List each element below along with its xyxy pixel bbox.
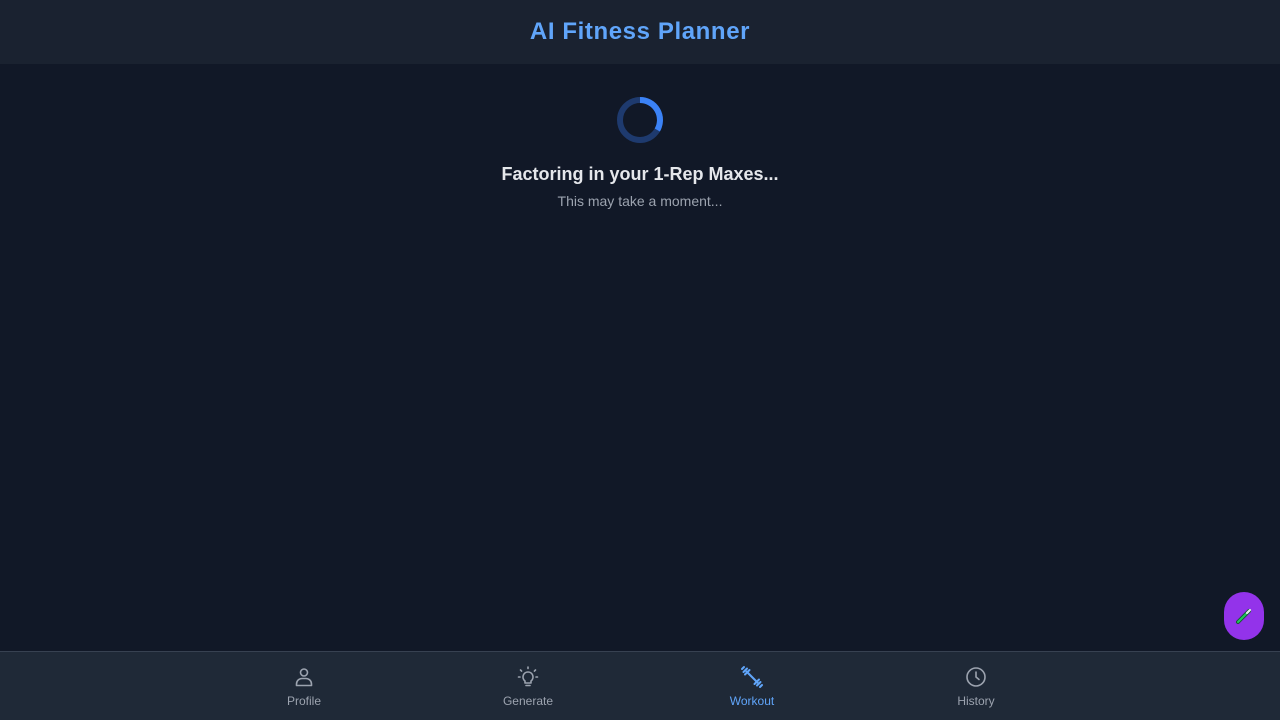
nav-item-generate[interactable]: Generate xyxy=(468,652,588,720)
nav-label-workout: Workout xyxy=(729,694,775,708)
dumbbell-icon xyxy=(741,666,763,688)
edit-fab-button[interactable] xyxy=(1224,592,1264,640)
user-icon xyxy=(295,668,313,687)
nav-item-profile[interactable]: Profile xyxy=(244,652,364,720)
loading-state: Factoring in your 1-Rep Maxes... This ma… xyxy=(0,95,1280,209)
nav-label-history: History xyxy=(957,694,995,708)
loading-title: Factoring in your 1-Rep Maxes... xyxy=(501,164,779,184)
nav-label-profile: Profile xyxy=(286,694,321,708)
bottom-nav: Profile Generate Workout History xyxy=(0,651,1280,720)
app-root: AI Fitness Planner Factoring in your 1-R… xyxy=(0,0,1280,720)
loading-spinner-icon xyxy=(617,97,663,143)
loading-subtitle: This may take a moment... xyxy=(557,193,723,209)
app-header: AI Fitness Planner xyxy=(0,0,1280,64)
pencil-icon xyxy=(1236,608,1252,624)
nav-label-generate: Generate xyxy=(502,694,554,708)
nav-item-history[interactable]: History xyxy=(916,652,1036,720)
app-title: AI Fitness Planner xyxy=(529,18,751,45)
nav-item-workout[interactable]: Workout xyxy=(692,652,812,720)
lightbulb-icon xyxy=(517,666,539,687)
clock-icon xyxy=(966,667,986,687)
